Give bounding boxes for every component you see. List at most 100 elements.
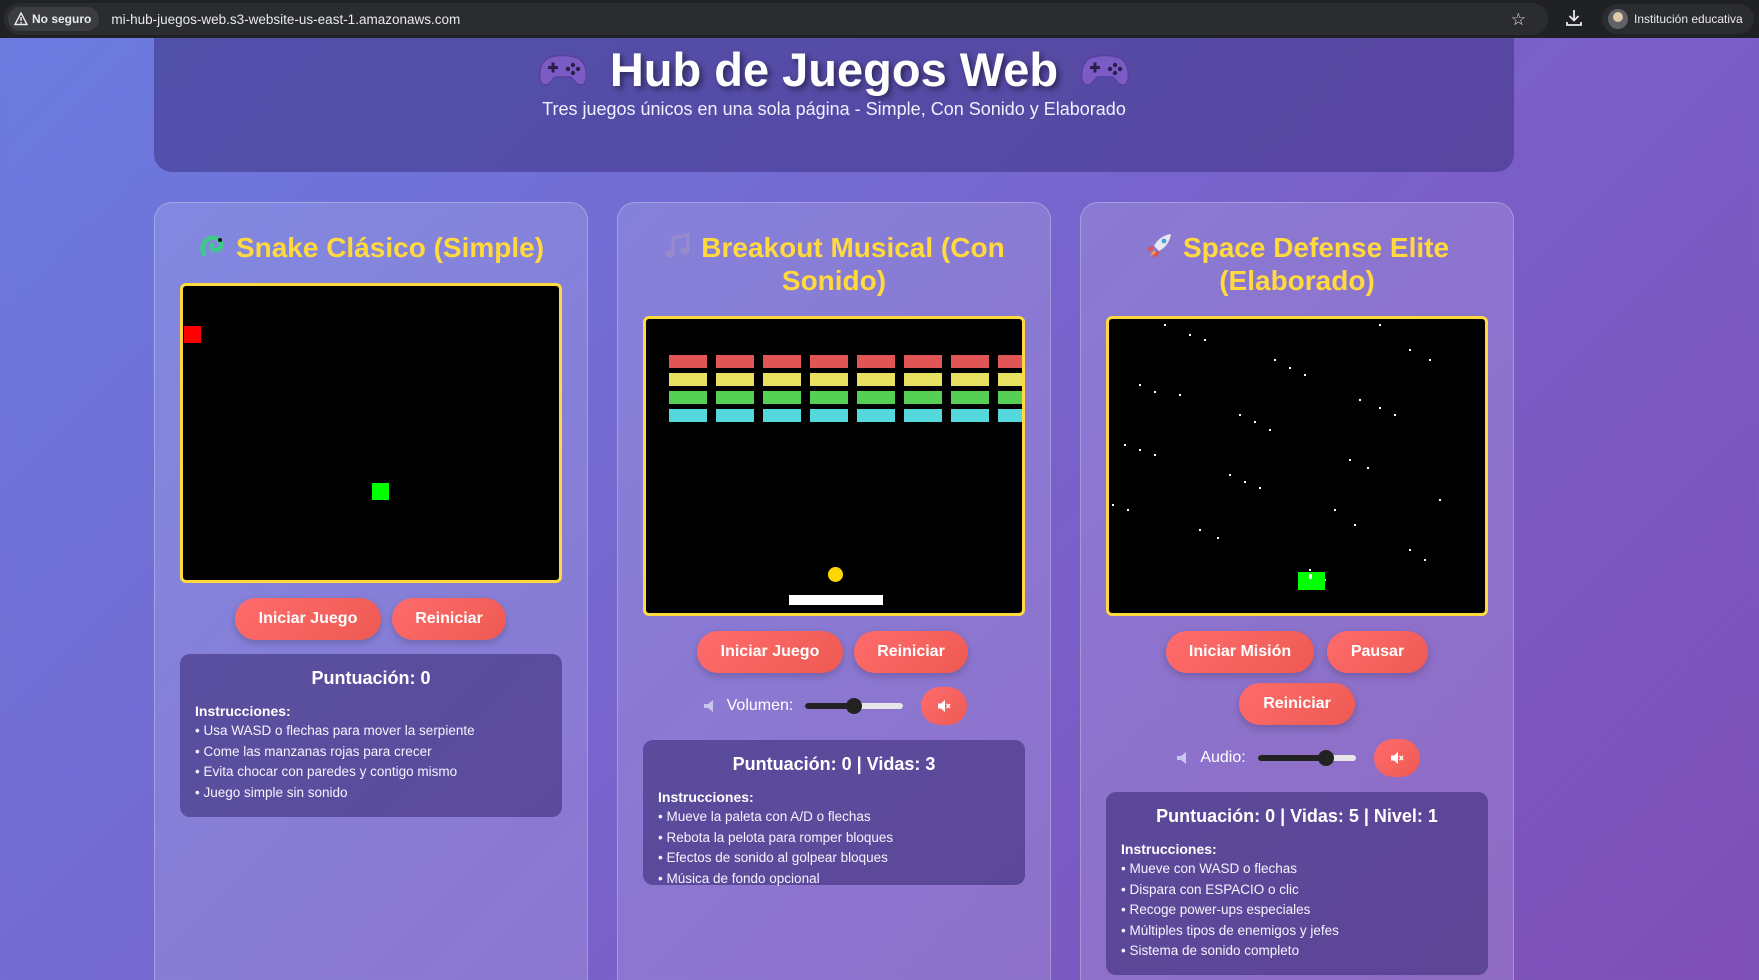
page-subtitle: Tres juegos únicos en una sola página - … [542,99,1126,119]
brick [809,372,849,387]
star [1229,474,1231,476]
profile-button[interactable]: Institución educativa [1602,4,1754,34]
star [1409,349,1411,351]
star [1189,334,1191,336]
mute-icon [1390,752,1404,764]
brick [997,354,1022,369]
snake-game-card: Snake Clásico (Simple) Iniciar Juego Rei… [154,202,588,980]
browser-toolbar: No seguro mi-hub-juegos-web.s3-website-u… [0,0,1759,38]
security-indicator[interactable]: No seguro [8,7,100,31]
pause-button[interactable]: Pausar [1327,631,1428,673]
star [1139,449,1141,451]
star [1139,384,1141,386]
instruction-line: • Recoge power-ups especiales [1121,902,1311,917]
star [1154,454,1156,456]
start-game-button[interactable]: Iniciar Juego [235,598,381,640]
music-note-icon [665,233,690,258]
instruction-line: • Música de fondo opcional [658,870,820,886]
instruction-line: • Efectos de sonido al golpear bloques [658,850,888,865]
card-title: Breakout Musical (Con Sonido) [618,231,1050,297]
instruction-line: • Come las manzanas rojas para crecer [195,743,432,759]
star [1289,367,1291,369]
bookmark-star-icon[interactable]: ☆ [1511,10,1526,30]
player-ship [1298,572,1325,590]
snake-info-panel: Puntuación: 0 Instrucciones: • Usa WASD … [180,654,562,817]
page-title: Hub de Juegos Web [154,42,1514,97]
breakout-canvas[interactable] [643,316,1025,616]
star [1269,429,1271,431]
star [1349,459,1351,461]
snake-icon [200,235,224,257]
star [1164,324,1166,326]
instruction-line: • Múltiples tipos de enemigos y jefes [1121,922,1339,938]
gamepad-icon [538,54,587,86]
brick [903,408,943,423]
url-text[interactable]: mi-hub-juegos-web.s3-website-us-east-1.a… [111,12,460,27]
star [1424,559,1426,561]
title-text: Hub de Juegos Web [609,43,1059,96]
audio-slider-thumb[interactable] [1318,750,1335,766]
score-display: Puntuación: 0 | Vidas: 3 [732,754,936,774]
star [1179,394,1181,396]
volume-slider-thumb[interactable] [846,698,863,714]
brick [715,372,755,387]
star [1127,509,1129,511]
snake-head [372,483,389,500]
brick [950,390,990,405]
star [1204,339,1206,341]
volume-label: Volumen: [726,697,794,714]
star [1379,324,1381,326]
restart-button[interactable]: Reiniciar [1239,683,1355,725]
brick [809,408,849,423]
star [1354,524,1356,526]
star [1379,407,1381,409]
star [1217,537,1219,539]
start-game-button[interactable]: Iniciar Juego [697,631,843,673]
download-icon[interactable] [1563,7,1585,29]
instruction-line: • Mueve la paleta con A/D o flechas [658,809,871,824]
space-game-card: Space Defense Elite (Elaborado) Iniciar … [1080,202,1514,980]
instruction-line: • Dispara con ESPACIO o clic [1121,881,1299,897]
star [1367,467,1369,469]
restart-button[interactable]: Reiniciar [392,598,506,640]
brick [950,408,990,423]
star [1254,421,1256,423]
brick [997,372,1022,387]
brick [856,390,896,405]
brick [762,408,802,423]
warning-icon [14,12,28,26]
speaker-icon [703,700,713,712]
ball [828,567,843,582]
brick [950,354,990,369]
snake-title: Snake Clásico (Simple) [235,232,545,263]
space-canvas[interactable] [1106,316,1488,616]
profile-label: Institución educativa [1634,12,1743,26]
star [1259,487,1261,489]
instruction-line: • Usa WASD o flechas para mover la serpi… [195,723,475,738]
instructions-heading: Instrucciones: [658,789,754,805]
mute-button[interactable] [921,687,968,725]
snake-canvas[interactable] [180,283,562,583]
brick [903,372,943,387]
volume-slider[interactable] [805,698,904,714]
start-mission-button[interactable]: Iniciar Misión [1166,631,1314,673]
audio-label: Audio: [1200,749,1246,766]
avatar [1608,9,1628,29]
instruction-line: • Rebota la pelota para romper bloques [658,829,894,845]
brick [715,354,755,369]
brick [762,390,802,405]
brick [856,408,896,423]
mute-button[interactable] [1373,739,1420,777]
restart-button[interactable]: Reiniciar [854,631,968,673]
rocket-icon [1146,234,1171,258]
breakout-info-panel: Puntuación: 0 | Vidas: 3 Instrucciones: … [643,740,1025,886]
breakout-title: Breakout Musical (Con Sonido) [701,232,1005,296]
star [1124,444,1126,446]
brick [809,390,849,405]
speaker-icon [1177,752,1187,764]
star [1309,569,1311,571]
address-bar[interactable]: No seguro mi-hub-juegos-web.s3-website-u… [4,3,1548,35]
star [1112,504,1114,506]
audio-slider[interactable] [1257,750,1356,766]
brick [668,354,708,369]
